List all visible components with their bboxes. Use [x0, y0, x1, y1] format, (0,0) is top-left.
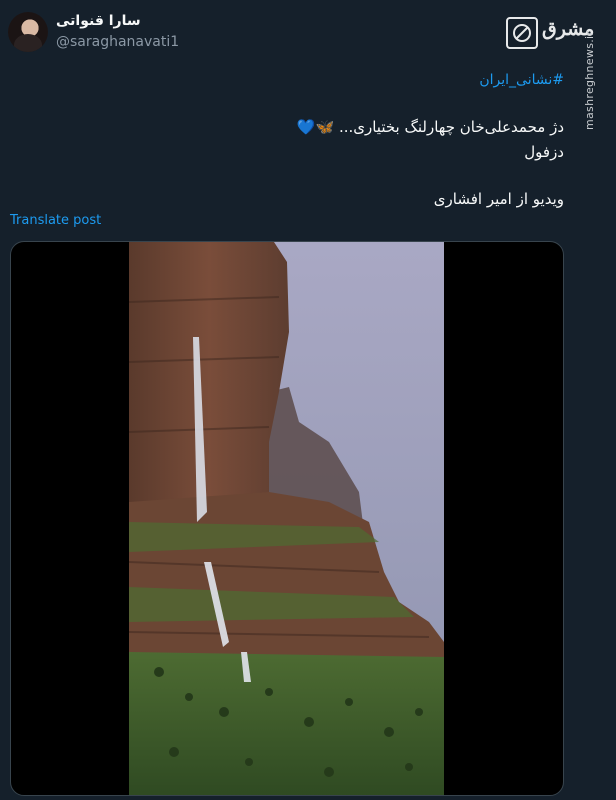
avatar[interactable]: [8, 12, 48, 52]
video-player[interactable]: [10, 241, 564, 796]
tweet-page: سارا قنواتی @saraghanavati1 مشرق mashreg…: [0, 0, 616, 800]
author-handle[interactable]: @saraghanavati1: [56, 34, 179, 50]
author-display-name[interactable]: سارا قنواتی: [56, 13, 141, 29]
hashtag-link[interactable]: #نشانی_ایران: [479, 72, 564, 88]
post-line-1-text: دژ محمدعلی‌خان چهارلنگ بختیاری...: [338, 118, 564, 136]
emoji-heart-butterfly-icon: 🦋💙: [296, 118, 335, 136]
side-watermark: mashreghnews.ir: [583, 30, 596, 130]
brand-logo-icon: [506, 17, 538, 49]
post-text-line-1: دژ محمدعلی‌خان چهارلنگ بختیاری... 🦋💙: [297, 118, 564, 136]
video-frame-image: [129, 242, 444, 795]
post-text-line-2: دزفول: [524, 143, 564, 161]
post-text-line-3: ویدیو از امیر افشاری: [433, 190, 564, 208]
translate-post-link[interactable]: Translate post: [10, 213, 101, 228]
